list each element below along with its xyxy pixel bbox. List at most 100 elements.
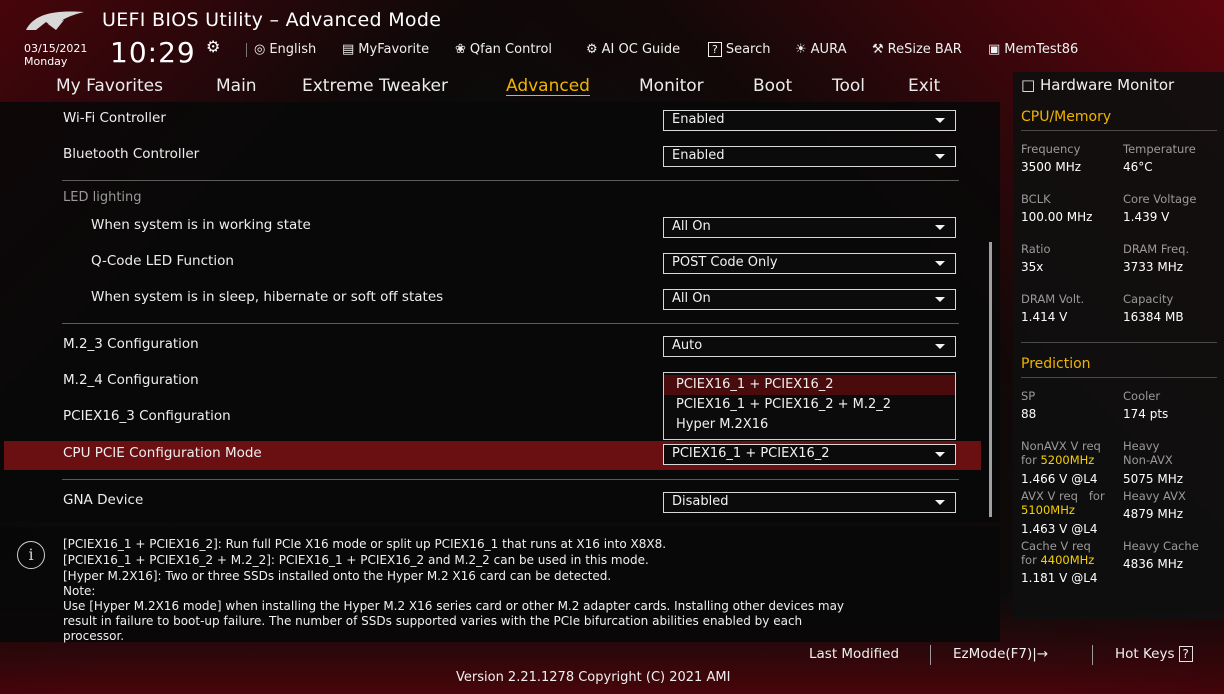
- search-icon: ?: [708, 42, 722, 57]
- tab-exit[interactable]: Exit: [908, 76, 940, 96]
- rog-logo-icon: [26, 11, 84, 30]
- ai-oc-icon: ⚙: [586, 42, 598, 57]
- dram-freq-label: DRAM Freq.: [1123, 242, 1190, 256]
- toolbar-search-button[interactable]: ? Search: [708, 42, 771, 57]
- cache-vreq-value: 1.181 V @L4: [1021, 571, 1098, 585]
- tab-extreme-tweaker[interactable]: Extreme Tweaker: [302, 76, 448, 96]
- working-state-label: When system is in working state: [91, 217, 311, 233]
- scrollbar[interactable]: [989, 242, 992, 517]
- cooler-value: 174 pts: [1123, 407, 1169, 421]
- tab-my-favorites[interactable]: My Favorites: [56, 76, 163, 96]
- heavy-cache-value: 4836 MHz: [1123, 557, 1184, 571]
- help-text-line: [PCIEX16_1 + PCIEX16_2]: Run full PCIe X…: [63, 537, 667, 551]
- working-state-select[interactable]: All On: [663, 217, 956, 238]
- globe-icon: ◎: [254, 42, 266, 57]
- ratio-label: Ratio: [1021, 242, 1051, 256]
- wifi-controller-select[interactable]: Enabled: [663, 110, 956, 131]
- avx-freq: 5100MHz: [1021, 503, 1075, 517]
- bclk-label: BCLK: [1021, 192, 1051, 206]
- last-modified-button[interactable]: Last Modified: [809, 646, 899, 662]
- divider: [1021, 377, 1217, 378]
- wifi-controller-label: Wi-Fi Controller: [63, 110, 166, 126]
- heavy-nonavx-value: 5075 MHz: [1123, 472, 1184, 486]
- toolbar-label: English: [269, 42, 317, 57]
- dropdown-option[interactable]: PCIEX16_1 + PCIEX16_2 + M.2_2: [664, 395, 955, 415]
- footer-separator: [930, 645, 931, 665]
- toolbar-ai-oc-guide-button[interactable]: ⚙ AI OC Guide: [586, 42, 680, 57]
- temperature-value: 46°C: [1123, 160, 1153, 174]
- prediction-section-title: Prediction: [1021, 356, 1091, 372]
- hardware-monitor-panel: □ Hardware Monitor CPU/Memory Frequency …: [1013, 72, 1224, 620]
- help-text-line: [Hyper M.2X16]: Two or three SSDs instal…: [63, 569, 612, 583]
- toolbar-resize-bar-button[interactable]: ⚒ ReSize BAR: [872, 42, 962, 57]
- cpu-pcie-mode-select[interactable]: PCIEX16_1 + PCIEX16_2: [663, 444, 956, 465]
- tab-main[interactable]: Main: [216, 76, 257, 96]
- hot-keys-label: Hot Keys: [1115, 646, 1175, 662]
- help-panel: i [PCIEX16_1 + PCIEX16_2]: Run full PCIe…: [0, 527, 1000, 643]
- m2-3-config-label: M.2_3 Configuration: [63, 336, 199, 352]
- dropdown-option[interactable]: Hyper M.2X16: [664, 415, 955, 435]
- help-text-line: result in failure to boot-up failure. Th…: [63, 614, 803, 628]
- toolbar-memtest-button[interactable]: ▣ MemTest86: [988, 42, 1078, 57]
- cache-vreq-label: Cache V req: [1021, 539, 1091, 553]
- m2-3-config-select[interactable]: Auto: [663, 336, 956, 357]
- date-text: 03/15/2021: [24, 42, 88, 55]
- exit-arrow-icon: →: [1036, 646, 1049, 662]
- help-text-line: [PCIEX16_1 + PCIEX16_2 + M.2_2]: PCIEX16…: [63, 553, 649, 567]
- toolbar-label: AURA: [810, 42, 847, 57]
- bluetooth-controller-select[interactable]: Enabled: [663, 146, 956, 167]
- hardware-monitor-title: □ Hardware Monitor: [1021, 76, 1174, 94]
- toolbar-english-button[interactable]: ◎ English: [254, 42, 316, 57]
- favorite-icon: ▤: [342, 42, 355, 57]
- led-lighting-section-label: LED lighting: [63, 190, 142, 205]
- avx-vreq-value: 1.463 V @L4: [1021, 522, 1098, 536]
- tab-monitor[interactable]: Monitor: [639, 76, 704, 96]
- sleep-state-label: When system is in sleep, hibernate or so…: [91, 289, 444, 305]
- footer-separator: [1092, 645, 1093, 665]
- select-value: All On: [672, 291, 711, 306]
- sp-label: SP: [1021, 389, 1036, 403]
- gna-device-label: GNA Device: [63, 492, 144, 508]
- toolbar-aura-button[interactable]: ☀ AURA: [795, 42, 846, 57]
- heavy-cache-label: Heavy Cache: [1123, 539, 1199, 553]
- select-value: Enabled: [672, 148, 725, 163]
- tab-tool[interactable]: Tool: [832, 76, 865, 96]
- dram-volt-label: DRAM Volt.: [1021, 292, 1085, 306]
- hot-keys-button[interactable]: Hot Keys?: [1115, 646, 1193, 662]
- nonavx-for-label: for: [1021, 453, 1037, 467]
- nonavx-vreq-value: 1.466 V @L4: [1021, 472, 1098, 486]
- cpu-pcie-mode-label: CPU PCIE Configuration Mode: [63, 445, 262, 461]
- cache-freq: 4400MHz: [1040, 553, 1095, 567]
- heavy-nonavx-label: Heavy: [1123, 439, 1160, 453]
- heavy-avx-label: Heavy AVX: [1123, 489, 1186, 503]
- m2-4-config-label: M.2_4 Configuration: [63, 372, 199, 388]
- gna-device-select[interactable]: Disabled: [663, 492, 956, 513]
- help-text-line: Note:: [63, 584, 96, 598]
- capacity-value: 16384 MB: [1123, 310, 1184, 324]
- nonavx-vreq-label: NonAVX V req: [1021, 439, 1101, 453]
- app-title: UEFI BIOS Utility – Advanced Mode: [102, 9, 442, 31]
- capacity-label: Capacity: [1123, 292, 1174, 306]
- sleep-state-select[interactable]: All On: [663, 289, 956, 310]
- chevron-down-icon: [935, 225, 945, 230]
- clock[interactable]: 10:29: [110, 36, 196, 69]
- dram-freq-value: 3733 MHz: [1123, 260, 1184, 274]
- toolbar-qfan-button[interactable]: ❀ Qfan Control: [455, 42, 552, 57]
- ezmode-button[interactable]: EzMode(F7)|→: [953, 646, 1048, 662]
- chevron-down-icon: [935, 344, 945, 349]
- ratio-value: 35x: [1021, 260, 1044, 274]
- cache-for-label: for: [1021, 553, 1037, 567]
- toolbar-label: Qfan Control: [469, 42, 553, 57]
- tab-advanced[interactable]: Advanced: [506, 76, 590, 96]
- tab-boot[interactable]: Boot: [753, 76, 792, 96]
- select-value: PCIEX16_1 + PCIEX16_2: [672, 446, 830, 461]
- select-value: Enabled: [672, 112, 725, 127]
- qcode-led-select[interactable]: POST Code Only: [663, 253, 956, 274]
- help-text-line: processor.: [63, 629, 125, 643]
- day-text: Monday: [24, 55, 68, 68]
- clock-settings-icon[interactable]: ⚙: [206, 37, 220, 56]
- toolbar-myfavorite-button[interactable]: ▤ MyFavorite: [342, 42, 429, 57]
- memtest-icon: ▣: [988, 42, 1001, 57]
- qcode-led-label: Q-Code LED Function: [91, 253, 234, 269]
- dropdown-option[interactable]: PCIEX16_1 + PCIEX16_2: [664, 375, 955, 395]
